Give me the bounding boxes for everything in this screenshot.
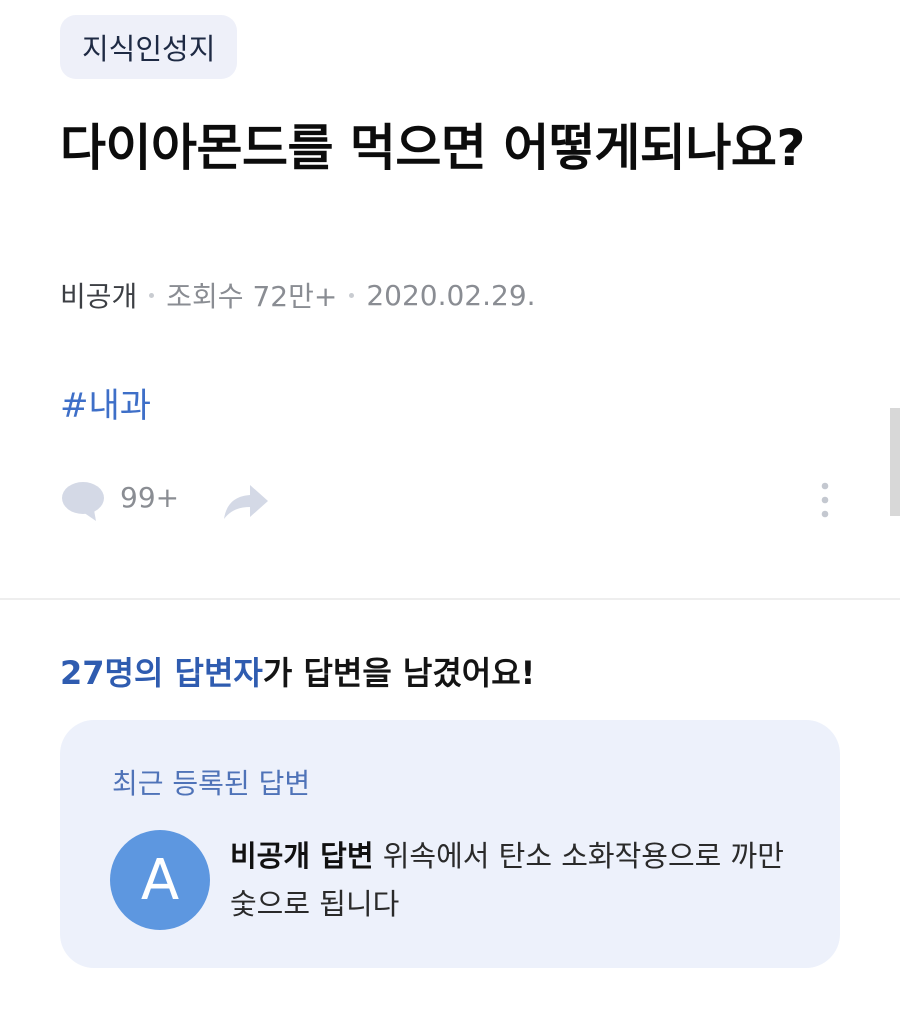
- answer-heading-text: 가 답변을 남겼어요!: [262, 654, 536, 692]
- share-arrow-icon[interactable]: [222, 483, 270, 521]
- comment-count[interactable]: 99+: [120, 481, 179, 514]
- answerer-count: 27명의 답변자: [60, 654, 263, 692]
- meta-separator: [149, 292, 155, 298]
- topic-tag[interactable]: #내과: [60, 378, 151, 427]
- vertical-dots-icon[interactable]: [813, 481, 837, 519]
- action-bar: 99+: [0, 475, 900, 525]
- category-badge[interactable]: 지식인성지: [60, 15, 238, 79]
- card-label: 최근 등록된 답변: [112, 767, 311, 800]
- latest-answer-card[interactable]: 최근 등록된 답변 A 비공개 답변 위속에서 탄소 소화작용으로 까만 숯으로…: [60, 720, 840, 968]
- answer-count-heading: 27명의 답변자가 답변을 남겼어요!: [60, 648, 535, 694]
- meta-separator: [349, 292, 355, 298]
- author-name: 비공개: [60, 280, 138, 313]
- scrollbar-thumb[interactable]: [890, 408, 900, 516]
- question-meta: 비공개 조회수 72만+ 2020.02.29.: [60, 275, 536, 315]
- question-title: 다이아몬드를 먹으면 어떻게되나요?: [60, 119, 805, 177]
- answer-author: 비공개 답변: [230, 839, 374, 873]
- speech-bubble-icon[interactable]: [60, 480, 106, 522]
- section-divider: [0, 598, 900, 600]
- post-date: 2020.02.29.: [366, 278, 536, 312]
- view-count: 조회수 72만+: [166, 280, 338, 313]
- avatar: A: [110, 830, 210, 930]
- answer-preview: 비공개 답변 위속에서 탄소 소화작용으로 까만 숯으로 됩니다: [230, 832, 790, 928]
